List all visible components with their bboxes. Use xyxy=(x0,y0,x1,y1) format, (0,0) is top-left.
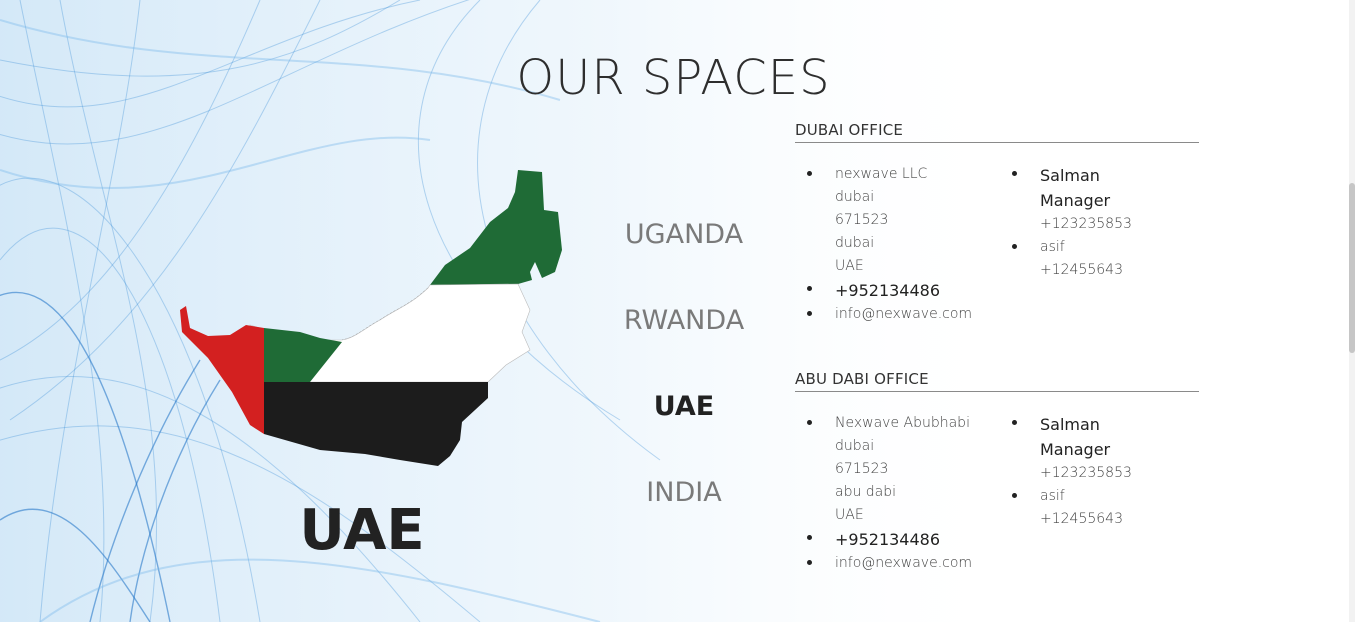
contact-phone[interactable]: +12455643 xyxy=(1040,508,1180,531)
address-item: Nexwave Abubhabi dubai 671523 abu dabi U… xyxy=(795,412,1000,527)
country-uae[interactable]: UAE xyxy=(600,382,768,468)
contact-name: Salman xyxy=(1040,166,1100,185)
country-list: UGANDA RWANDA UAE INDIA xyxy=(600,210,768,554)
address-postal: 671523 xyxy=(835,461,889,477)
office-address-list: nexwave LLC dubai 671523 dubai UAE +9521… xyxy=(795,163,1000,326)
office-email[interactable]: info@nexwave.com xyxy=(835,552,1000,575)
office-heading: ABU DABI OFFICE xyxy=(795,370,1199,392)
contact-item: Salman Manager +123235853 xyxy=(1000,163,1180,236)
country-rwanda[interactable]: RWANDA xyxy=(600,296,768,382)
office-dubai: DUBAI OFFICE nexwave LLC dubai 671523 du… xyxy=(795,121,1199,326)
contact-name: asif xyxy=(1040,488,1065,504)
company-name: Nexwave Abubhabi xyxy=(835,415,970,431)
office-phone[interactable]: +952134486 xyxy=(835,278,1000,303)
contact-item: Salman Manager +123235853 xyxy=(1000,412,1180,485)
address-country: UAE xyxy=(835,258,864,274)
office-address-list: Nexwave Abubhabi dubai 671523 abu dabi U… xyxy=(795,412,1000,575)
contact-phone[interactable]: +123235853 xyxy=(1040,213,1180,236)
uae-flag-map xyxy=(180,170,562,466)
address-country: UAE xyxy=(835,507,864,523)
office-abu-dabi: ABU DABI OFFICE Nexwave Abubhabi dubai 6… xyxy=(795,370,1199,575)
contact-item: asif +12455643 xyxy=(1000,485,1180,531)
page: OUR SPACES UAE UGANDA RWANDA UAE INDIA D… xyxy=(0,0,1355,622)
address-item: nexwave LLC dubai 671523 dubai UAE xyxy=(795,163,1000,278)
contact-name: Salman xyxy=(1040,415,1100,434)
scrollbar-thumb[interactable] xyxy=(1349,183,1355,353)
email-item: info@nexwave.com xyxy=(795,552,1000,575)
address-region: dubai xyxy=(835,235,875,251)
contact-role: Manager xyxy=(1040,191,1111,210)
office-heading: DUBAI OFFICE xyxy=(795,121,1199,143)
contact-item: asif +12455643 xyxy=(1000,236,1180,282)
contact-role: Manager xyxy=(1040,440,1111,459)
office-details: nexwave LLC dubai 671523 dubai UAE +9521… xyxy=(795,163,1199,326)
office-contacts-list: Salman Manager +123235853 asif +12455643 xyxy=(1000,412,1180,575)
country-india[interactable]: INDIA xyxy=(600,468,768,554)
scrollbar[interactable] xyxy=(1349,0,1355,622)
email-item: info@nexwave.com xyxy=(795,303,1000,326)
contact-name: asif xyxy=(1040,239,1065,255)
address-city: dubai xyxy=(835,438,875,454)
country-uganda[interactable]: UGANDA xyxy=(600,210,768,296)
phone-item: +952134486 xyxy=(795,278,1000,303)
page-title: OUR SPACES xyxy=(516,50,831,107)
contact-phone[interactable]: +12455643 xyxy=(1040,259,1180,282)
address-postal: 671523 xyxy=(835,212,889,228)
contact-phone[interactable]: +123235853 xyxy=(1040,462,1180,485)
address-city: dubai xyxy=(835,189,875,205)
address-region: abu dabi xyxy=(835,484,897,500)
company-name: nexwave LLC xyxy=(835,166,928,182)
office-phone[interactable]: +952134486 xyxy=(835,527,1000,552)
map-country-label: UAE xyxy=(299,498,425,563)
phone-item: +952134486 xyxy=(795,527,1000,552)
office-contacts-list: Salman Manager +123235853 asif +12455643 xyxy=(1000,163,1180,326)
office-details: Nexwave Abubhabi dubai 671523 abu dabi U… xyxy=(795,412,1199,575)
office-email[interactable]: info@nexwave.com xyxy=(835,303,1000,326)
